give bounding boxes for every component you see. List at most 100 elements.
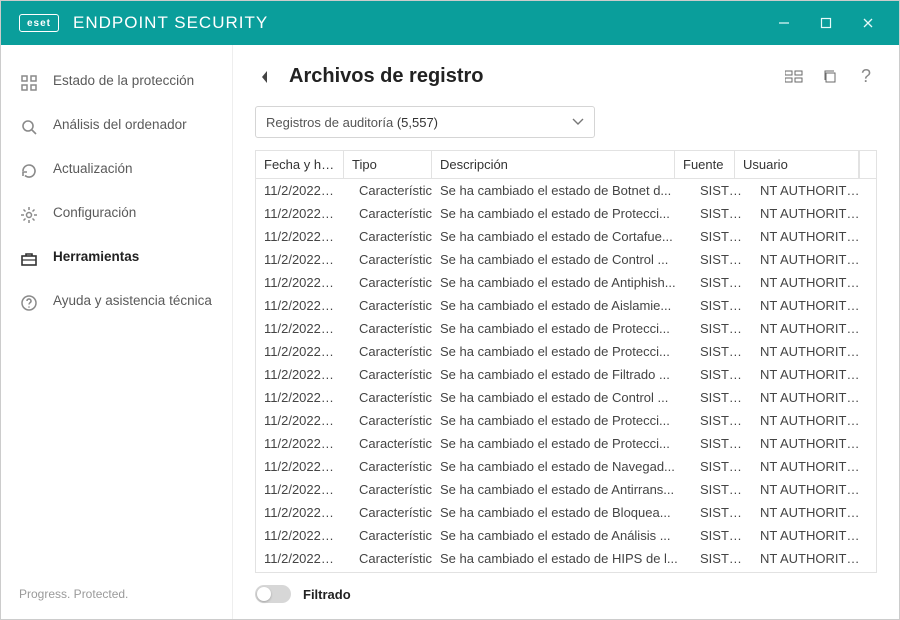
- cell-source: SISTEMA: [692, 386, 752, 409]
- cell-type: Característic...: [344, 547, 432, 570]
- log-type-dropdown[interactable]: Registros de auditoría (5,557): [255, 106, 595, 138]
- sidebar-item-config[interactable]: Configuración: [1, 193, 232, 237]
- table-row[interactable]: 11/2/2022 5...Característic...Se ha camb…: [256, 478, 876, 501]
- table-row[interactable]: 11/2/2022 5...Característic...Se ha camb…: [256, 179, 876, 202]
- table-row[interactable]: 11/2/2022 5...Característic...Se ha camb…: [256, 501, 876, 524]
- col-header-source[interactable]: Fuente: [675, 151, 735, 178]
- sidebar-item-label: Herramientas: [53, 249, 139, 266]
- cell-source: SISTEMA: [692, 363, 752, 386]
- cell-source: SISTEMA: [692, 179, 752, 202]
- back-button[interactable]: [255, 67, 275, 87]
- cell-source: SISTEMA: [692, 225, 752, 248]
- table-row[interactable]: 11/2/2022 5...Característic...Se ha camb…: [256, 570, 876, 572]
- minimize-button[interactable]: [763, 1, 805, 45]
- view-toggle-button[interactable]: [783, 66, 805, 88]
- help-icon: [19, 293, 39, 313]
- close-button[interactable]: [847, 1, 889, 45]
- cell-type: Característic...: [344, 455, 432, 478]
- table-row[interactable]: 11/2/2022 5...Característic...Se ha camb…: [256, 271, 876, 294]
- cell-desc: Se ha cambiado el estado de Control ...: [432, 386, 692, 409]
- sidebar-item-status[interactable]: Estado de la protección: [1, 61, 232, 105]
- cell-date: 11/2/2022 5...: [256, 202, 344, 225]
- sidebar-item-tools[interactable]: Herramientas: [1, 237, 232, 281]
- chevron-left-icon: [259, 70, 271, 84]
- sidebar-item-help[interactable]: Ayuda y asistencia técnica: [1, 281, 232, 325]
- help-button[interactable]: ?: [855, 66, 877, 88]
- table-body[interactable]: 11/2/2022 5...Característic...Se ha camb…: [256, 179, 876, 572]
- table-row[interactable]: 11/2/2022 5...Característic...Se ha camb…: [256, 547, 876, 570]
- sidebar-item-scan[interactable]: Análisis del ordenador: [1, 105, 232, 149]
- table-row[interactable]: 11/2/2022 5...Característic...Se ha camb…: [256, 409, 876, 432]
- cell-date: 11/2/2022 5...: [256, 363, 344, 386]
- cell-type: Característic...: [344, 478, 432, 501]
- sidebar-item-label: Ayuda y asistencia técnica: [53, 293, 212, 310]
- cell-date: 11/2/2022 5...: [256, 225, 344, 248]
- cell-user: NT AUTHORITY\SY...: [752, 386, 876, 409]
- table-row[interactable]: 11/2/2022 5...Característic...Se ha camb…: [256, 386, 876, 409]
- cell-source: SISTEMA: [692, 409, 752, 432]
- cell-source: SISTEMA: [692, 294, 752, 317]
- sidebar-item-label: Actualización: [53, 161, 133, 178]
- app-window: eset ENDPOINT SECURITY Estado de la prot…: [0, 0, 900, 620]
- cell-user: NT AUTHORITY\SY...: [752, 455, 876, 478]
- chevron-down-icon: [572, 118, 584, 126]
- cell-type: Característic...: [344, 294, 432, 317]
- cell-source: SISTEMA: [692, 570, 752, 572]
- cell-date: 11/2/2022 5...: [256, 455, 344, 478]
- cell-source: SISTEMA: [692, 455, 752, 478]
- cell-type: Característic...: [344, 225, 432, 248]
- sidebar: Estado de la protecciónAnálisis del orde…: [1, 45, 233, 619]
- sidebar-item-update[interactable]: Actualización: [1, 149, 232, 193]
- cell-type: Característic...: [344, 363, 432, 386]
- page-title: Archivos de registro: [289, 65, 484, 88]
- cell-date: 11/2/2022 5...: [256, 432, 344, 455]
- col-header-type[interactable]: Tipo: [344, 151, 432, 178]
- cell-desc: Se ha cambiado el estado de Antirrans...: [432, 478, 692, 501]
- cell-type: Característic...: [344, 524, 432, 547]
- copy-icon: [822, 69, 838, 85]
- cell-date: 11/2/2022 5...: [256, 386, 344, 409]
- cell-user: NT AUTHORITY\SY...: [752, 501, 876, 524]
- cell-user: NT AUTHORITY\SY...: [752, 478, 876, 501]
- table-row[interactable]: 11/2/2022 5...Característic...Se ha camb…: [256, 202, 876, 225]
- cell-type: Característic...: [344, 317, 432, 340]
- brand: eset ENDPOINT SECURITY: [19, 13, 268, 33]
- cell-source: SISTEMA: [692, 432, 752, 455]
- minimize-icon: [778, 17, 790, 29]
- cell-date: 11/2/2022 5...: [256, 570, 344, 572]
- cell-desc: Se ha cambiado el estado de Antiphish...: [432, 570, 692, 572]
- cell-user: NT AUTHORITY\SY...: [752, 547, 876, 570]
- cell-desc: Se ha cambiado el estado de Navegad...: [432, 455, 692, 478]
- table-row[interactable]: 11/2/2022 5...Característic...Se ha camb…: [256, 432, 876, 455]
- table-row[interactable]: 11/2/2022 5...Característic...Se ha camb…: [256, 455, 876, 478]
- table-row[interactable]: 11/2/2022 5...Característic...Se ha camb…: [256, 317, 876, 340]
- table-row[interactable]: 11/2/2022 5...Característic...Se ha camb…: [256, 524, 876, 547]
- cell-source: SISTEMA: [692, 340, 752, 363]
- cell-date: 11/2/2022 5...: [256, 179, 344, 202]
- table-row[interactable]: 11/2/2022 5...Característic...Se ha camb…: [256, 340, 876, 363]
- copy-button[interactable]: [819, 66, 841, 88]
- table-row[interactable]: 11/2/2022 5...Característic...Se ha camb…: [256, 294, 876, 317]
- filter-toggle[interactable]: [255, 585, 291, 603]
- col-header-user[interactable]: Usuario: [735, 151, 859, 178]
- cell-source: SISTEMA: [692, 248, 752, 271]
- table-row[interactable]: 11/2/2022 5...Característic...Se ha camb…: [256, 363, 876, 386]
- cell-date: 11/2/2022 5...: [256, 478, 344, 501]
- cell-desc: Se ha cambiado el estado de Protecci...: [432, 317, 692, 340]
- content-header: Archivos de registro ?: [233, 45, 899, 98]
- shield-grid-icon: [19, 73, 39, 93]
- maximize-button[interactable]: [805, 1, 847, 45]
- cell-source: SISTEMA: [692, 271, 752, 294]
- col-header-date[interactable]: Fecha y hora: [256, 151, 344, 178]
- cell-user: NT AUTHORITY\SY...: [752, 179, 876, 202]
- cell-desc: Se ha cambiado el estado de HIPS de l...: [432, 547, 692, 570]
- cell-user: NT AUTHORITY\SY...: [752, 432, 876, 455]
- cell-user: NT AUTHORITY\SY...: [752, 225, 876, 248]
- toolbox-icon: [19, 249, 39, 269]
- cell-desc: Se ha cambiado el estado de Protecci...: [432, 202, 692, 225]
- cell-date: 11/2/2022 5...: [256, 248, 344, 271]
- table-row[interactable]: 11/2/2022 5...Característic...Se ha camb…: [256, 225, 876, 248]
- table-row[interactable]: 11/2/2022 5...Característic...Se ha camb…: [256, 248, 876, 271]
- cell-type: Característic...: [344, 179, 432, 202]
- col-header-desc[interactable]: Descripción: [432, 151, 675, 178]
